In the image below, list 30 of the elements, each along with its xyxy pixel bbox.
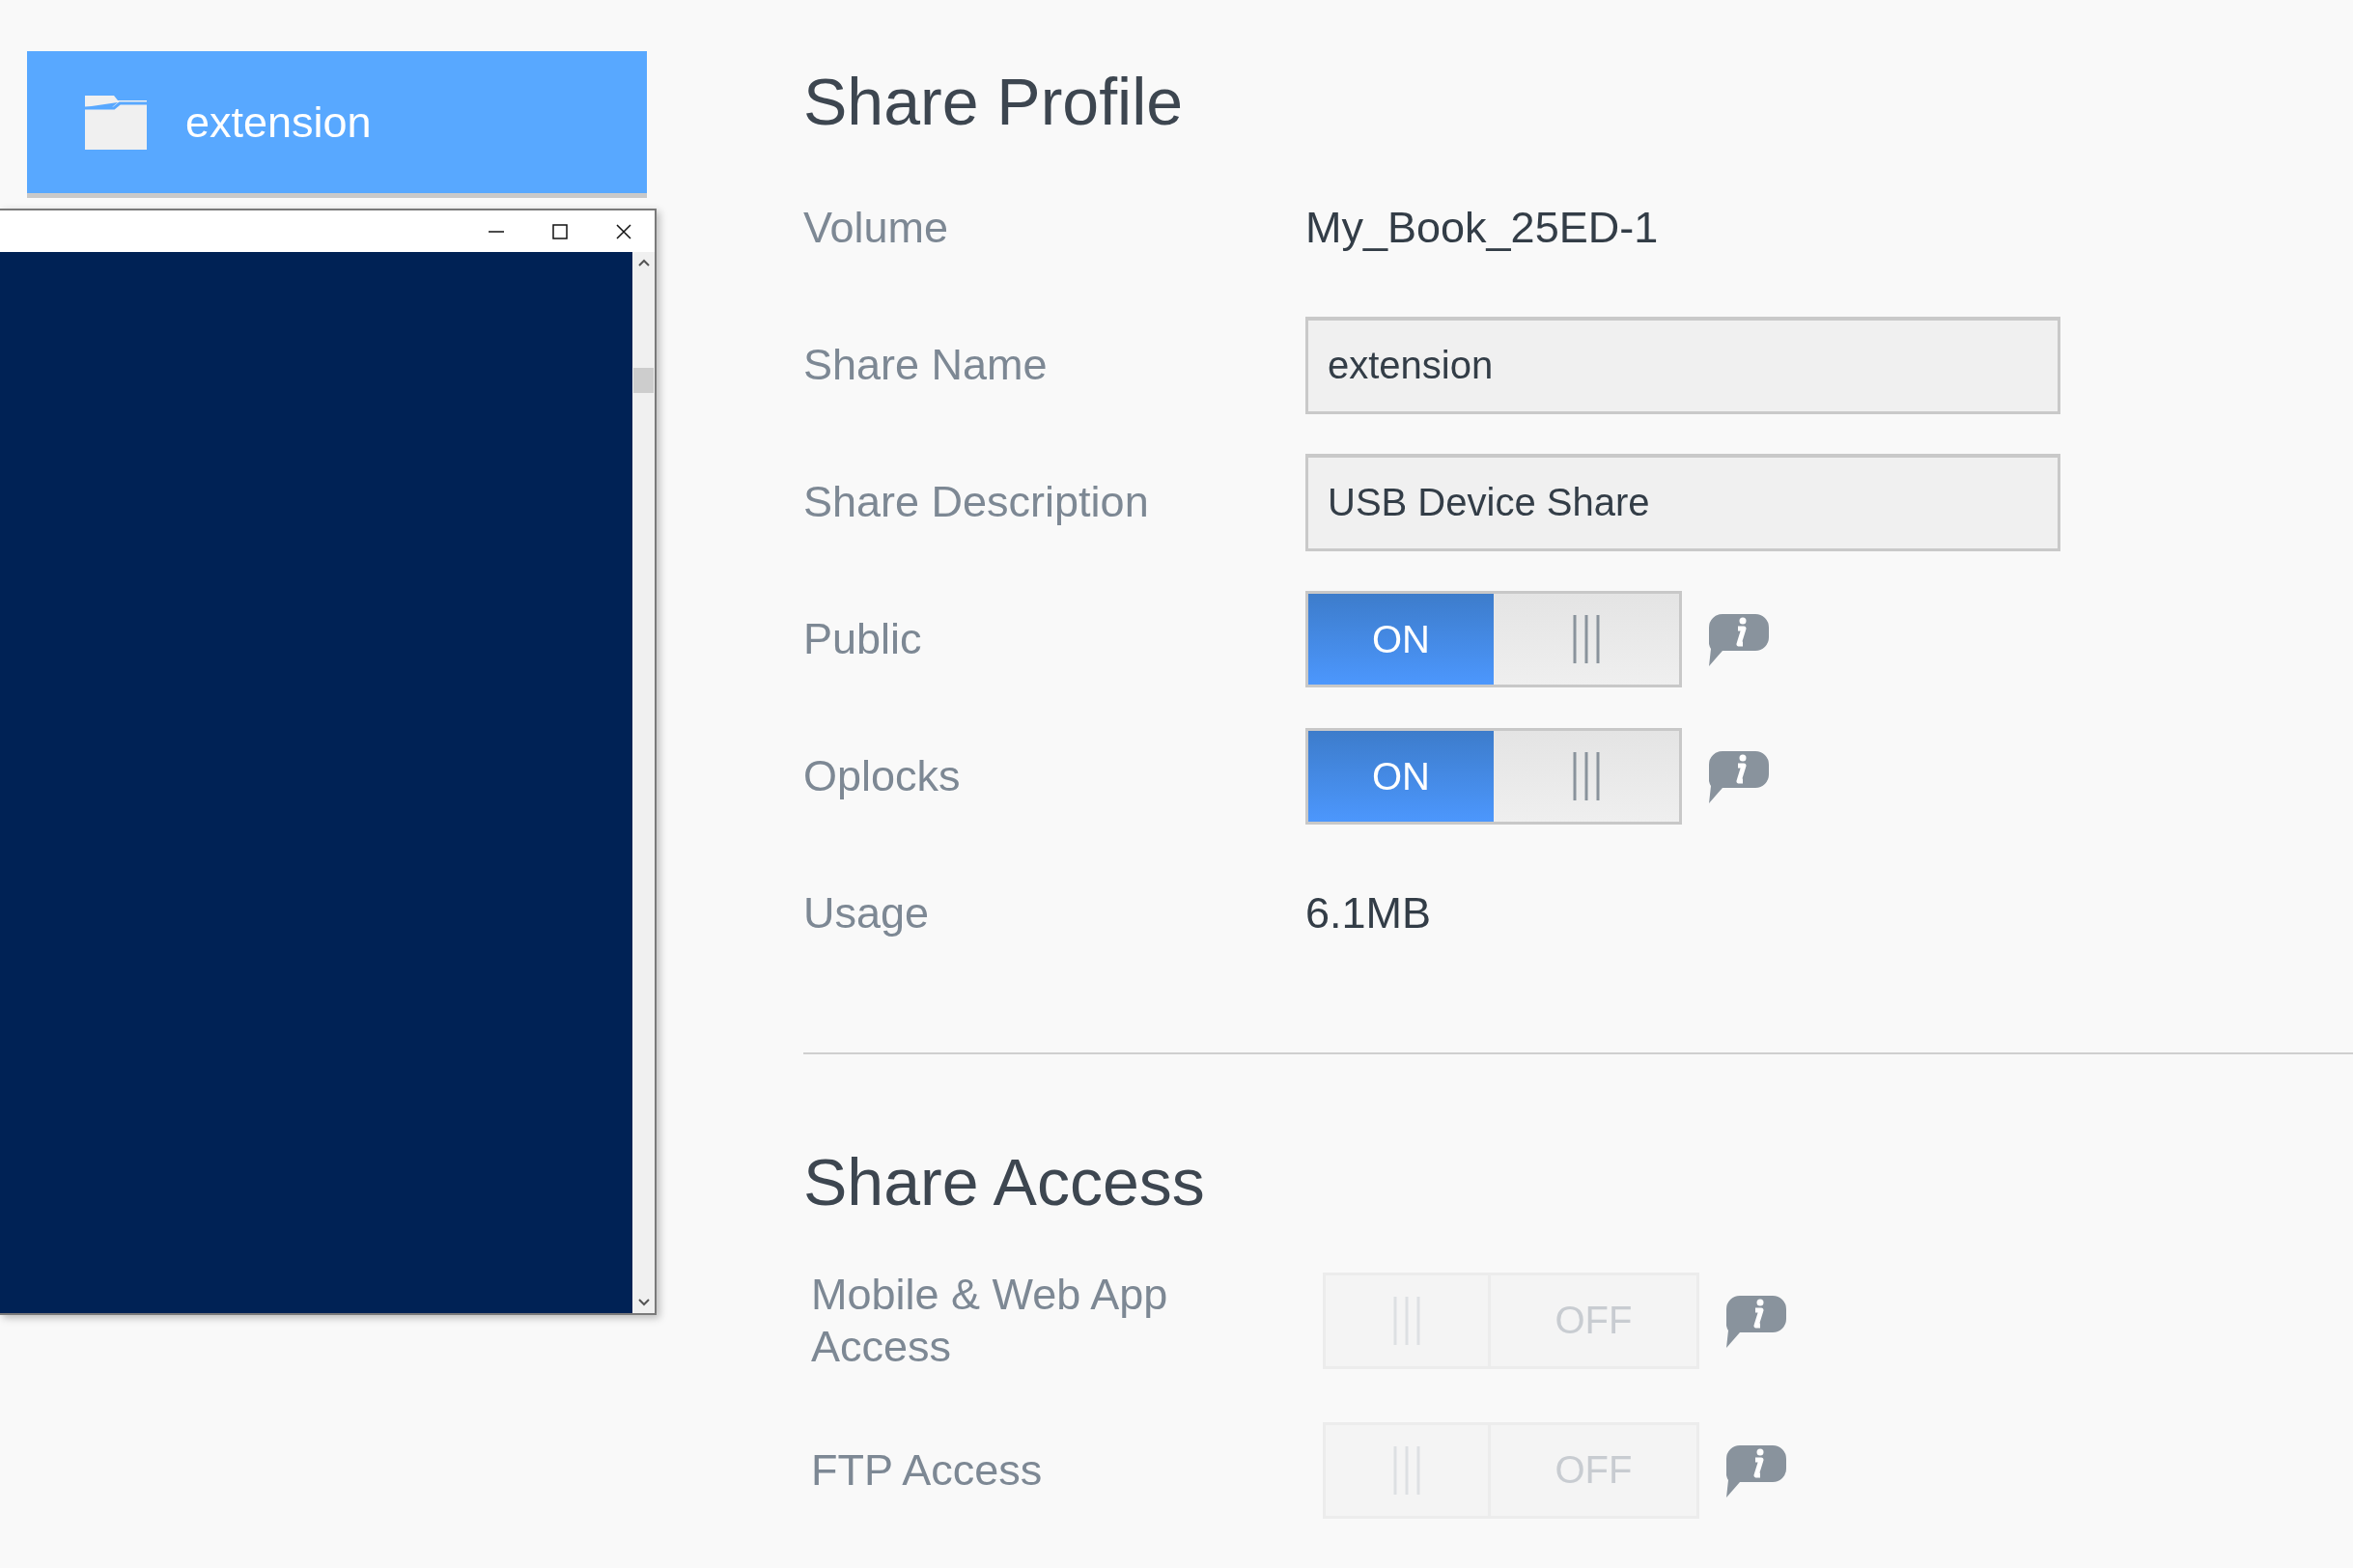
info-icon[interactable]: [1726, 1293, 1786, 1348]
toggle-switch[interactable]: ON: [1305, 591, 1682, 687]
field-label: Volume: [803, 202, 950, 254]
chevron-up-icon[interactable]: [636, 258, 651, 267]
field-label: Usage: [803, 887, 931, 939]
chevron-down-icon[interactable]: [636, 1298, 651, 1307]
scrollbar[interactable]: [632, 252, 655, 1313]
folder-icon: [85, 95, 147, 150]
info-icon[interactable]: [1726, 1442, 1786, 1498]
field-label: Share Name: [803, 339, 1049, 391]
info-icon[interactable]: [1709, 612, 1769, 666]
field-label: Oplocks: [803, 750, 962, 802]
input-field[interactable]: USB Device Share: [1305, 453, 2060, 551]
maximize-icon[interactable]: [550, 221, 570, 241]
field-value: 6.1MB: [1305, 888, 1432, 938]
scrollbar-thumb[interactable]: [633, 368, 654, 393]
close-icon[interactable]: [614, 221, 633, 241]
info-icon[interactable]: [1709, 749, 1769, 803]
input-field[interactable]: extension: [1305, 316, 2060, 414]
toggle-switch[interactable]: ON: [1305, 728, 1682, 825]
section-heading: Share Profile: [803, 64, 1185, 140]
field-label: Public: [803, 613, 923, 665]
field-label: FTP Access: [811, 1443, 1044, 1497]
sidebar-item[interactable]: extension: [27, 51, 647, 198]
section-heading: Share Access: [803, 1144, 1206, 1220]
field-label: Share Description: [803, 476, 1150, 528]
field-label: Mobile & Web App Access: [811, 1268, 1169, 1373]
grip-icon: [1572, 615, 1601, 663]
grip-icon: [1572, 752, 1601, 800]
field-value: My_Book_25ED-1: [1305, 203, 1659, 252]
